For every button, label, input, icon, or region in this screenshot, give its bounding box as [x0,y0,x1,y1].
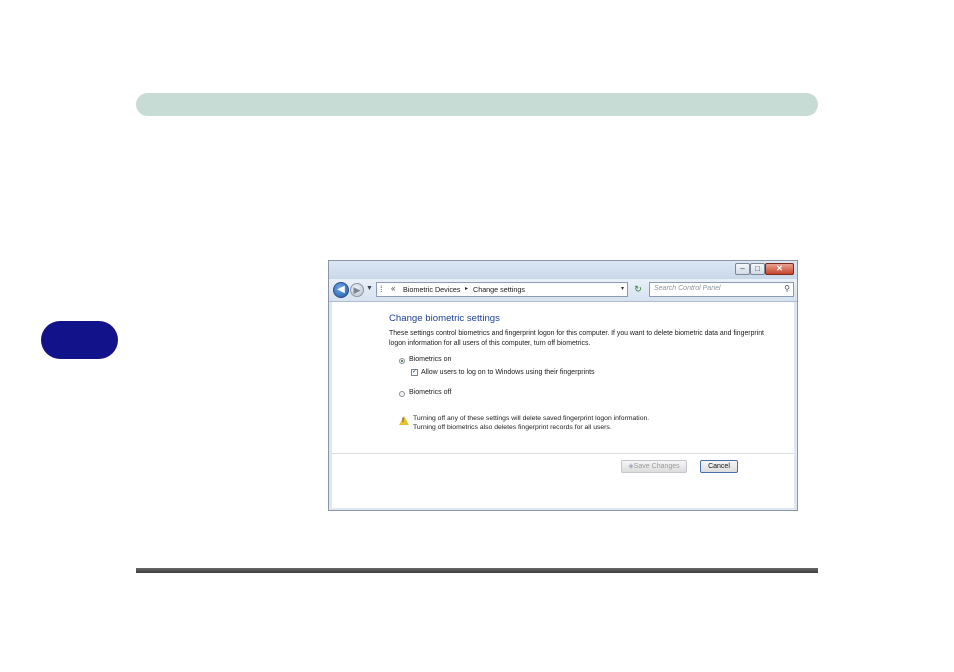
biometrics-off-radio[interactable] [399,391,405,397]
address-overflow-icon[interactable]: « [391,284,395,293]
recent-pages-dropdown-icon[interactable]: ▼ [366,285,373,292]
allow-fingerprint-logon-label[interactable]: Allow users to log on to Windows using t… [421,369,595,376]
biometrics-on-radio[interactable] [399,358,405,364]
minimize-button[interactable]: – [735,263,750,275]
breadcrumb-biometric-devices[interactable]: Biometric Devices [403,285,461,294]
allow-fingerprint-logon-checkbox[interactable]: ✓ [411,369,418,376]
page-title: Change biometric settings [389,313,500,324]
close-button[interactable]: ✕ [765,263,794,275]
back-button[interactable]: ◀ [333,282,349,298]
maximize-button[interactable]: □ [750,263,765,275]
control-panel-window: – □ ✕ ◀ ▶ ▼ ⁞ « Biometric Devices ▸ Chan… [328,260,798,511]
settings-description: These settings control biometrics and fi… [389,330,764,347]
refresh-icon[interactable]: ↻ [631,283,645,296]
warning-mark: ! [402,418,404,424]
settings-content: Change biometric settings These settings… [332,302,794,508]
address-bar[interactable]: ⁞ « Biometric Devices ▸ Change settings … [376,282,628,297]
navigation-bar: ◀ ▶ ▼ ⁞ « Biometric Devices ▸ Change set… [329,279,797,302]
warning-text-line1: Turning off any of these settings will d… [413,415,650,422]
address-dropdown-icon[interactable]: ▾ [621,285,624,292]
page-header-bar [136,93,818,116]
warning-text-line2: Turning off biometrics also deletes fing… [413,424,612,431]
chapter-tab [41,321,118,359]
forward-button[interactable]: ▶ [350,283,364,297]
control-panel-icon: ⁞ [380,284,383,294]
window-titlebar: – □ ✕ [329,261,797,279]
search-placeholder: Search Control Panel [654,285,721,292]
warning-icon [399,416,409,425]
footer-rule [136,568,818,573]
biometrics-on-label[interactable]: Biometrics on [409,356,451,363]
button-divider [332,453,794,454]
breadcrumb-change-settings[interactable]: Change settings [473,285,525,294]
breadcrumb-separator-icon[interactable]: ▸ [465,285,468,292]
search-input[interactable]: Search Control Panel ⚲ [649,282,794,297]
biometrics-off-label[interactable]: Biometrics off [409,389,451,396]
save-changes-button[interactable]: ◈Save Changes [621,460,687,473]
save-changes-label: Save Changes [633,463,680,470]
cancel-button[interactable]: Cancel [700,460,738,473]
search-icon[interactable]: ⚲ [784,284,790,293]
